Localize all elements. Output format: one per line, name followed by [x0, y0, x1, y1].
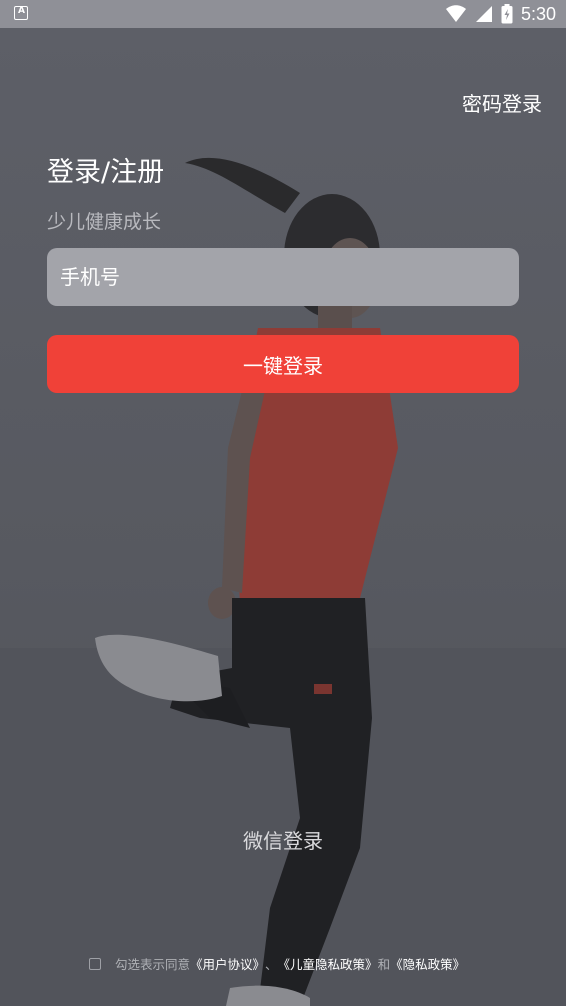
wifi-icon: [445, 5, 466, 22]
cell-signal-icon: [475, 6, 492, 22]
privacy-policy-link[interactable]: 《隐私政策》: [390, 954, 465, 973]
one-click-login-button[interactable]: 一键登录: [47, 335, 519, 393]
page-title: 登录/注册: [47, 157, 165, 188]
agreement-row: 勾选表示同意 《用户协议》 、 《儿童隐私政策》 和 《隐私政策》: [89, 954, 465, 973]
page-subtitle: 少儿健康成长: [47, 211, 162, 233]
agreement-separator: 、: [265, 957, 278, 972]
wechat-login-link[interactable]: 微信登录: [0, 825, 566, 854]
child-privacy-policy-link[interactable]: 《儿童隐私政策》: [278, 954, 378, 973]
battery-icon: [501, 4, 513, 24]
user-agreement-link[interactable]: 《用户协议》: [190, 954, 265, 973]
agreement-checkbox[interactable]: [89, 957, 101, 970]
password-login-link[interactable]: 密码登录: [462, 88, 542, 117]
agreement-prefix: 勾选表示同意: [115, 957, 191, 972]
status-bar: A 5:30: [0, 0, 566, 28]
status-time: 5:30: [520, 3, 556, 24]
notification-icon: A: [14, 6, 28, 20]
agreement-conjunction: 和: [377, 957, 391, 972]
status-icons: 5:30: [445, 0, 556, 28]
phone-number-input[interactable]: [47, 248, 519, 306]
